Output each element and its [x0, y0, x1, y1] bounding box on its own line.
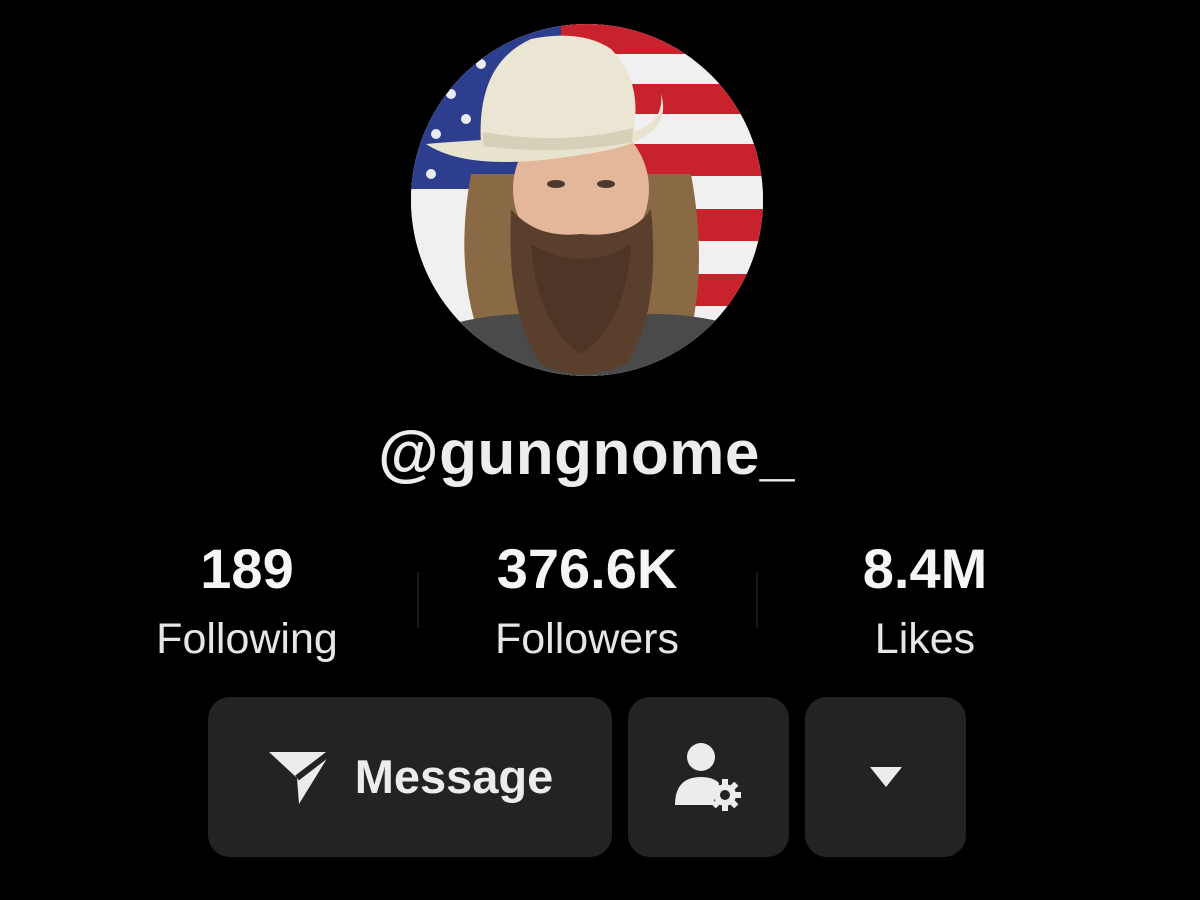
stat-divider	[417, 572, 419, 628]
follow-settings-button[interactable]	[628, 697, 789, 857]
profile-page: @gungnome_ 189 Following 376.6K Follower…	[0, 0, 1200, 900]
triangle-down-icon	[868, 765, 904, 789]
message-button-label: Message	[354, 750, 554, 803]
stat-followers[interactable]: 376.6K Followers	[437, 535, 737, 665]
person-gear-icon	[673, 741, 745, 813]
stat-likes-label: Likes	[874, 615, 976, 663]
stat-followers-label: Followers	[495, 615, 679, 663]
avatar-image	[411, 24, 763, 376]
stat-following-label: Following	[156, 615, 338, 663]
stat-following[interactable]: 189 Following	[97, 535, 397, 665]
stat-likes[interactable]: 8.4M Likes	[775, 535, 1075, 665]
stat-divider	[756, 572, 758, 628]
stat-following-value: 189	[200, 537, 294, 600]
stat-likes-value: 8.4M	[862, 537, 988, 600]
profile-avatar[interactable]	[411, 24, 763, 376]
message-button[interactable]: Message	[208, 697, 612, 857]
profile-username: @gungnome_	[378, 419, 795, 488]
more-options-button[interactable]	[805, 697, 966, 857]
send-arrow-icon	[267, 746, 335, 808]
stat-followers-value: 376.6K	[496, 537, 678, 600]
